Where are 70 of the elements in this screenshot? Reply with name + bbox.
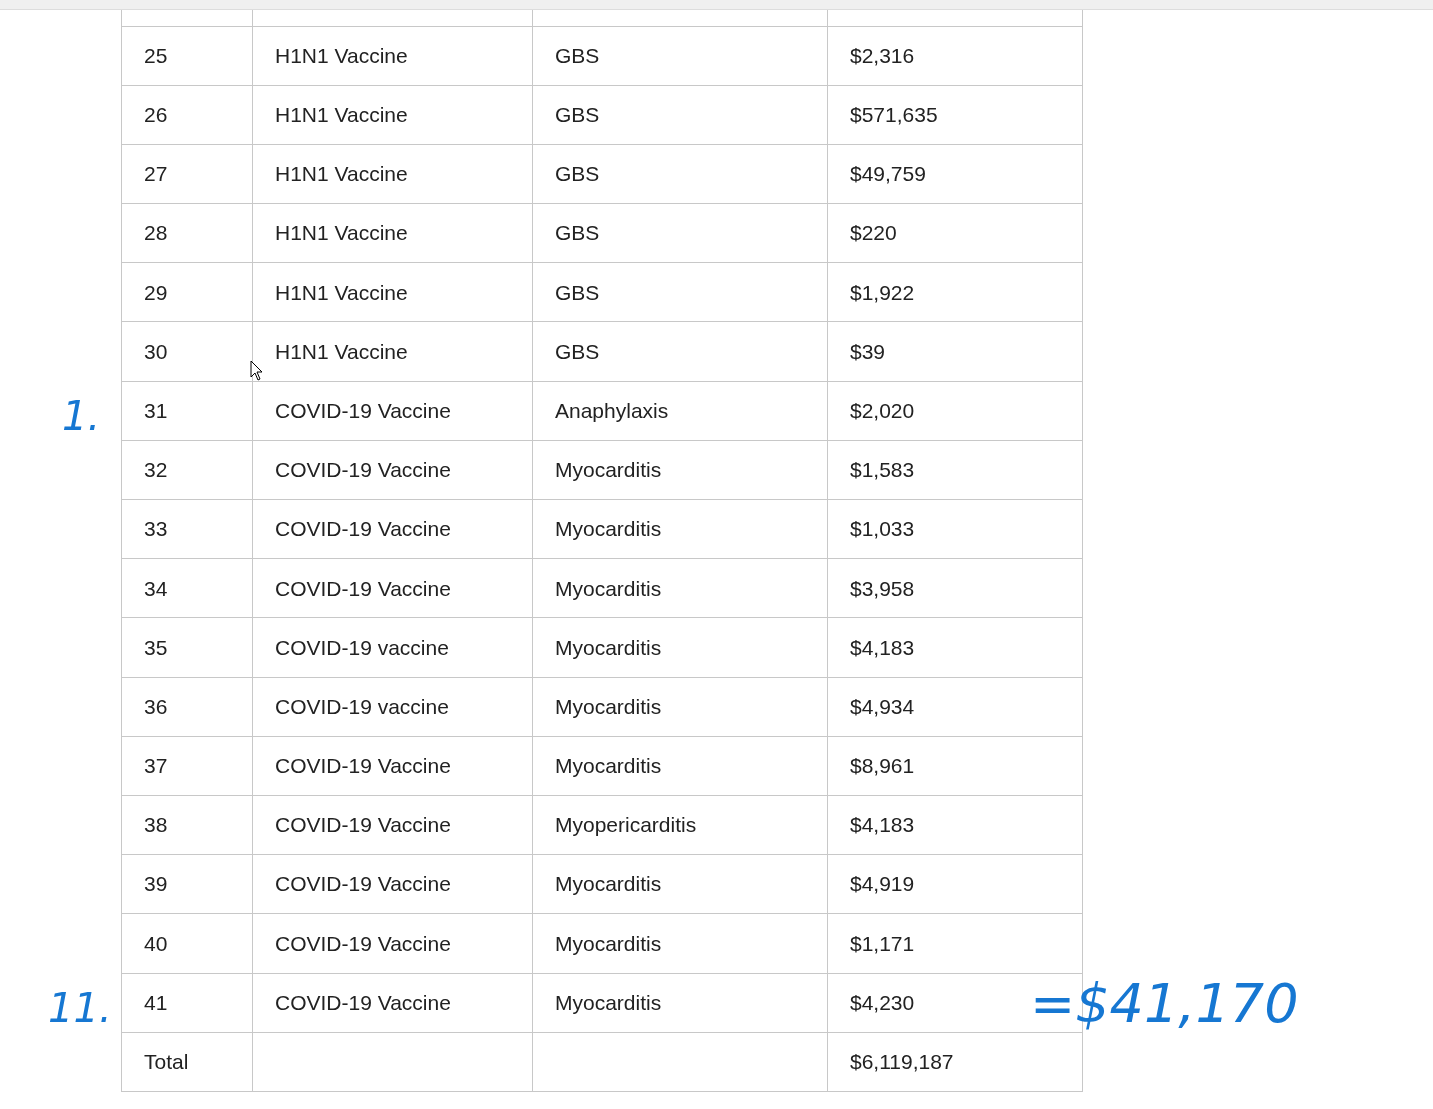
handwritten-note: 1. (62, 392, 101, 442)
vaccine-cell: COVID-19 Vaccine (252, 440, 533, 500)
injury-cell: GBS (532, 203, 828, 263)
injury-cell: Myocarditis (532, 677, 828, 737)
row-number-cell: 33 (121, 499, 253, 559)
row-number-cell: 35 (121, 617, 253, 678)
injury-cell: Myocarditis (532, 499, 828, 559)
amount-cell: $2,316 (827, 26, 1083, 86)
amount-cell: $49,759 (827, 144, 1083, 204)
injury-cell: Anaphylaxis (532, 381, 828, 441)
mouse-cursor-icon (250, 360, 264, 382)
row-number-cell: 26 (121, 85, 253, 145)
row-number-cell: 32 (121, 440, 253, 500)
amount-cell: $8,961 (827, 736, 1083, 796)
amount-cell: $4,183 (827, 795, 1083, 855)
injury-cell: Myopericarditis (532, 795, 828, 855)
injury-cell: GBS (532, 144, 828, 204)
amount-cell: $1,033 (827, 499, 1083, 559)
vaccine-cell: H1N1 Vaccine (252, 85, 533, 145)
amount-cell: $4,934 (827, 677, 1083, 737)
injury-cell: Myocarditis (532, 973, 828, 1033)
row-number-cell: Total (121, 1032, 253, 1092)
injury-cell: Myocarditis (532, 736, 828, 796)
row-number-cell: 40 (121, 913, 253, 973)
vaccine-cell: COVID-19 Vaccine (252, 558, 533, 618)
row-number-cell: 34 (121, 558, 253, 618)
injury-cell: Myocarditis (532, 440, 828, 500)
amount-cell: $1,171 (827, 913, 1083, 973)
row-number-cell: 29 (121, 262, 253, 322)
row-number-cell: 41 (121, 973, 253, 1033)
injury-cell: Myocarditis (532, 913, 828, 973)
amount-cell: $4,919 (827, 854, 1083, 914)
vaccine-cell: H1N1 Vaccine (252, 203, 533, 263)
row-number-cell: 36 (121, 677, 253, 737)
vaccine-cell: COVID-19 vaccine (252, 617, 533, 678)
amount-cell: $6,119,187 (827, 1032, 1083, 1092)
amount-cell: $1,583 (827, 440, 1083, 500)
injury-cell: Myocarditis (532, 558, 828, 618)
row-number-cell: 31 (121, 381, 253, 441)
injury-cell: GBS (532, 85, 828, 145)
vaccine-cell: COVID-19 Vaccine (252, 854, 533, 914)
row-number-cell: 37 (121, 736, 253, 796)
amount-cell: $2,020 (827, 381, 1083, 441)
vaccine-cell: H1N1 Vaccine (252, 262, 533, 322)
vaccine-cell: H1N1 Vaccine (252, 26, 533, 86)
vaccine-cell: H1N1 Vaccine (252, 144, 533, 204)
vaccine-cell: COVID-19 vaccine (252, 677, 533, 737)
amount-cell: $220 (827, 203, 1083, 263)
injury-cell: Myocarditis (532, 854, 828, 914)
amount-cell: $3,958 (827, 558, 1083, 618)
injury-cell: GBS (532, 321, 828, 382)
vaccine-cell: COVID-19 Vaccine (252, 913, 533, 973)
row-number-cell: 38 (121, 795, 253, 855)
amount-cell: $4,183 (827, 617, 1083, 678)
vaccine-cell: COVID-19 Vaccine (252, 973, 533, 1033)
row-number-cell: 39 (121, 854, 253, 914)
vaccine-cell: COVID-19 Vaccine (252, 381, 533, 441)
amount-cell: $571,635 (827, 85, 1083, 145)
vaccine-cell: COVID-19 Vaccine (252, 795, 533, 855)
injury-cell: GBS (532, 262, 828, 322)
injury-cell: Myocarditis (532, 617, 828, 678)
row-number-cell: 28 (121, 203, 253, 263)
injury-cell: GBS (532, 26, 828, 86)
vaccine-cell: COVID-19 Vaccine (252, 736, 533, 796)
row-number-cell: 25 (121, 26, 253, 86)
row-number-cell: 27 (121, 144, 253, 204)
amount-cell: $39 (827, 321, 1083, 382)
handwritten-note: 11. (48, 984, 112, 1034)
vaccine-cell: COVID-19 Vaccine (252, 499, 533, 559)
amount-cell: $1,922 (827, 262, 1083, 322)
